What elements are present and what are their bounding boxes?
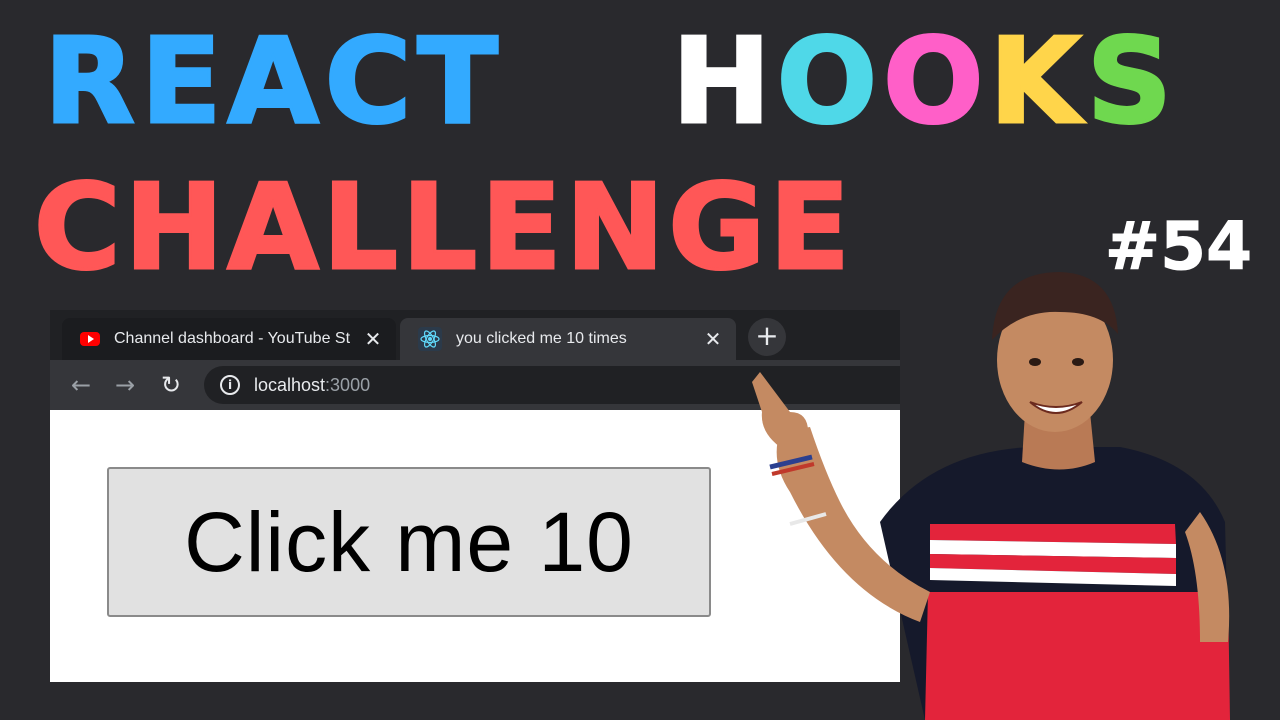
tab-title: Channel dashboard - YouTube St [114, 330, 351, 347]
presenter-photo [752, 272, 1230, 720]
headline-hooks: HOOKS [671, 12, 1178, 150]
hooks-letter-s: S [1085, 12, 1178, 150]
youtube-icon [80, 332, 100, 346]
url-host: localhost [254, 374, 326, 395]
url-port: :3000 [325, 374, 371, 395]
hooks-letter-o2: O [882, 12, 990, 150]
hooks-letter-o1: O [775, 12, 884, 150]
back-arrow-icon[interactable]: ← [66, 370, 96, 400]
info-icon[interactable]: i [220, 375, 240, 395]
headline-react: REACT [43, 12, 504, 150]
hooks-letter-k: K [988, 12, 1087, 150]
tab-youtube-dashboard[interactable]: Channel dashboard - YouTube St ✕ [62, 318, 396, 360]
forward-arrow-icon[interactable]: → [110, 370, 140, 400]
thumbnail: REACT HOOKS CHALLENGE #54 Channel dashbo… [0, 0, 1280, 720]
hooks-letter-h: H [671, 12, 777, 150]
react-icon [418, 327, 442, 351]
close-icon[interactable]: ✕ [702, 327, 724, 351]
click-counter-button[interactable]: Click me 10 [107, 467, 711, 617]
reload-icon[interactable]: ↻ [156, 370, 186, 400]
tab-react-app[interactable]: you clicked me 10 times ✕ [400, 318, 736, 360]
tab-title: you clicked me 10 times [456, 330, 627, 347]
url-text: localhost:3000 [254, 375, 370, 396]
close-icon[interactable]: ✕ [362, 327, 384, 351]
